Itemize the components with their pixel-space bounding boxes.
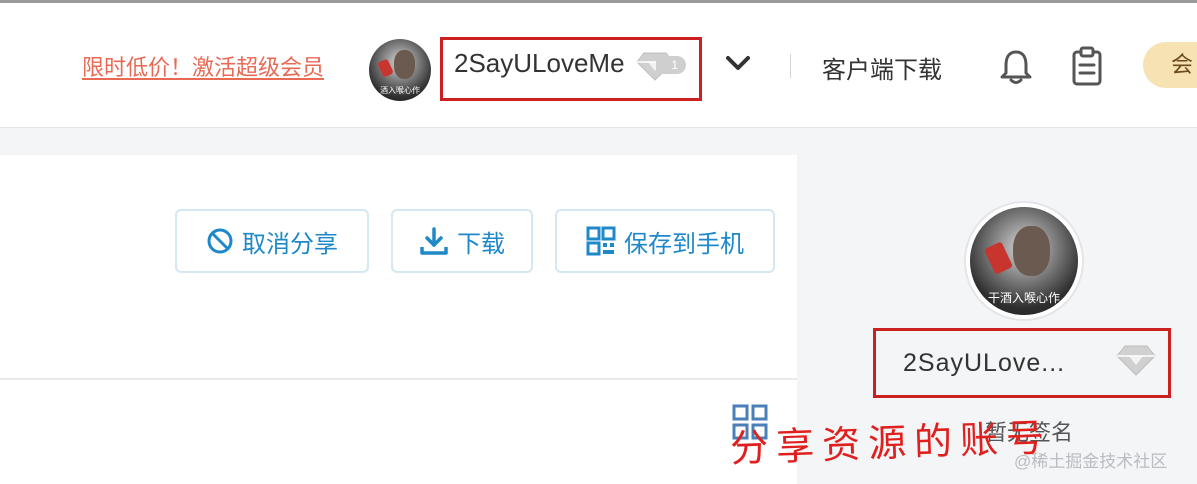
clipboard-icon[interactable] [1070, 46, 1104, 86]
download-icon [420, 227, 448, 255]
qrcode-icon [586, 226, 616, 256]
annotation-box-sidebar [873, 328, 1171, 398]
client-download-link[interactable]: 客户端下载 [822, 50, 942, 85]
activate-vip-link[interactable]: 限时低价！激活超级会员 [82, 50, 324, 82]
avatar-caption: 酒入喉心作 [380, 86, 420, 96]
sharer-avatar-can [984, 240, 1014, 275]
avatar-can [377, 58, 395, 78]
annotation-box-header [440, 37, 702, 101]
sharer-avatar[interactable]: 干酒入喉心作 [970, 207, 1078, 315]
content-divider [0, 378, 797, 380]
header-shadow-band [0, 127, 1197, 156]
download-button[interactable]: 下载 [391, 209, 533, 273]
user-avatar[interactable]: 酒入喉心作 [369, 39, 431, 101]
chevron-down-icon[interactable] [724, 52, 752, 74]
avatar-face [393, 50, 415, 79]
sharer-avatar-caption: 干酒入喉心作 [987, 291, 1060, 306]
cancel-share-button[interactable]: 取消分享 [175, 209, 369, 273]
ban-icon [207, 228, 233, 254]
save-to-phone-button[interactable]: 保存到手机 [555, 209, 775, 273]
annotation-share-account: 分享资源的账号 [729, 417, 1053, 471]
cancel-share-label: 取消分享 [242, 230, 338, 258]
save-to-phone-label: 保存到手机 [624, 230, 744, 258]
main-content [0, 155, 797, 484]
watermark: @稀土掘金技术社区 [1014, 452, 1168, 471]
bell-icon[interactable] [998, 48, 1034, 86]
header-divider [790, 54, 791, 78]
download-label: 下载 [457, 230, 505, 258]
vip-button[interactable]: 会 [1143, 42, 1197, 88]
sharer-avatar-face [1013, 226, 1050, 277]
